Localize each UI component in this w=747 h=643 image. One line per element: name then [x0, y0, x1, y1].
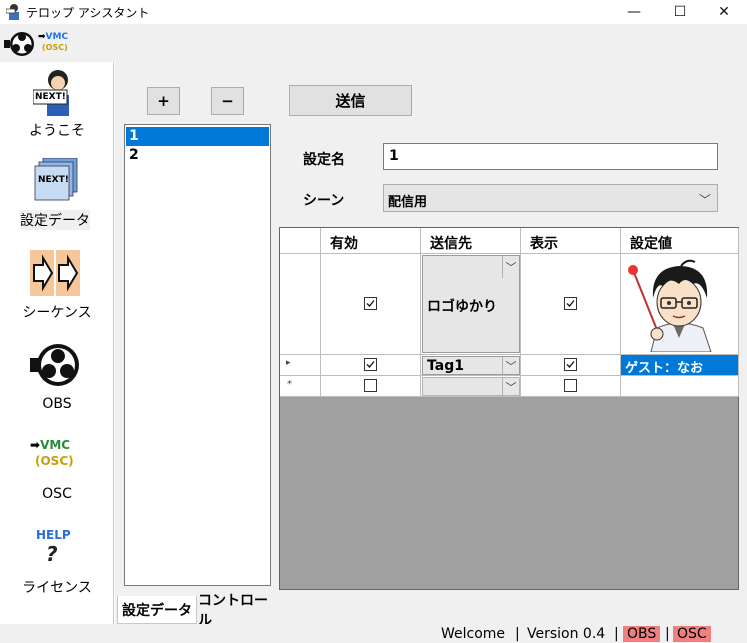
value-text: ゲスト：なお	[625, 361, 704, 376]
help-mark: ?	[46, 542, 58, 566]
title-bar: テロップ アシスタント — ☐ ✕	[0, 0, 747, 24]
sidebar-item-sequence[interactable]: シーケンス	[0, 246, 114, 336]
send-button[interactable]: 送信	[289, 85, 412, 116]
target-dropdown[interactable]: ﹀	[422, 377, 520, 396]
minimize-button[interactable]: —	[611, 0, 657, 24]
sidebar-item-osc[interactable]: ➡VMC (OSC) OSC	[0, 428, 114, 518]
visible-checkbox[interactable]	[564, 297, 577, 310]
target-dropdown[interactable]: ﹀ ロゴゆかり	[422, 255, 520, 353]
add-button[interactable]: +	[147, 87, 180, 115]
name-input[interactable]: 1	[383, 143, 718, 170]
scene-value: 配信用	[388, 195, 428, 210]
sequence-arrows-icon	[30, 250, 80, 296]
status-welcome: Welcome	[441, 626, 506, 642]
row-header[interactable]: ▸	[280, 355, 321, 376]
enabled-checkbox[interactable]	[364, 358, 377, 371]
maximize-button[interactable]: ☐	[657, 0, 703, 24]
target-dropdown[interactable]: Tag1 ﹀	[422, 356, 520, 375]
character-image	[623, 258, 735, 353]
vmc-label: VMC	[40, 438, 71, 452]
settings-list[interactable]: 1 2	[124, 124, 271, 586]
sidebar-item-settings-data[interactable]: NEXT! 設定データ	[0, 154, 114, 244]
next-badge: NEXT!	[35, 92, 66, 102]
sidebar-item-label: ライセンス	[22, 580, 92, 596]
data-grid[interactable]: 有効 送信先 表示 設定値 ﹀ ロゴゆかり ▸ Tag1 ﹀ ゲスト：なお * …	[279, 227, 739, 590]
window-title: テロップ アシスタント	[26, 6, 150, 20]
enabled-checkbox[interactable]	[364, 297, 377, 310]
value-cell[interactable]	[621, 254, 739, 355]
tab-control[interactable]: コントロール	[198, 593, 278, 629]
obs-status-badge: OBS	[623, 626, 661, 642]
target-cell[interactable]: ﹀ ロゴゆかり	[421, 254, 521, 355]
vmc-label: VMC	[45, 32, 69, 42]
visible-checkbox[interactable]	[564, 358, 577, 371]
sidebar-item-label: ようこそ	[29, 123, 85, 139]
chevron-down-icon: ﹀	[502, 357, 519, 374]
toolbar: ➡VMC (OSC)	[0, 24, 747, 62]
grid-corner	[280, 228, 321, 254]
target-value: Tag1	[427, 358, 464, 374]
next-stack-icon: NEXT!	[33, 157, 79, 204]
target-cell[interactable]: Tag1 ﹀	[421, 355, 521, 376]
new-row-marker: *	[287, 379, 292, 390]
chevron-down-icon: ﹀	[698, 193, 711, 207]
sidebar: NEXT! ようこそ NEXT! 設定データ シーケンス OBS ➡VMC (O…	[0, 62, 114, 624]
sidebar-item-welcome[interactable]: NEXT! ようこそ	[0, 64, 114, 154]
status-version: Version 0.4	[527, 626, 606, 642]
column-header-target[interactable]: 送信先	[421, 228, 521, 254]
obs-icon	[30, 340, 80, 390]
enabled-cell[interactable]	[321, 376, 421, 397]
visible-cell[interactable]	[521, 376, 621, 397]
vmc-osc-toolbar-icon[interactable]: ➡VMC (OSC)	[38, 32, 70, 56]
row-header[interactable]: *	[280, 376, 321, 397]
scene-label: シーン	[303, 193, 345, 209]
name-label: 設定名	[303, 152, 345, 168]
sidebar-item-obs[interactable]: OBS	[0, 338, 114, 428]
value-cell[interactable]: ゲスト：なお	[621, 355, 739, 376]
visible-checkbox[interactable]	[564, 379, 577, 392]
next-badge: NEXT!	[38, 175, 69, 185]
scene-select[interactable]: 配信用 ﹀	[383, 184, 718, 212]
sidebar-item-label: シーケンス	[22, 305, 92, 321]
help-badge: HELP	[36, 528, 71, 542]
app-icon	[5, 3, 22, 20]
status-separator: |	[515, 626, 520, 642]
chevron-down-icon: ﹀	[502, 378, 519, 395]
target-value: ロゴゆかり	[427, 299, 497, 315]
status-bar: Welcome | Version 0.4 | OBS | OSC	[0, 624, 747, 643]
osc-status-badge: OSC	[673, 626, 711, 642]
help-icon: HELP ?	[34, 528, 78, 568]
column-header-enabled[interactable]: 有効	[321, 228, 421, 254]
column-header-visible[interactable]: 表示	[521, 228, 621, 254]
current-row-marker: ▸	[286, 358, 291, 368]
visible-cell[interactable]	[521, 254, 621, 355]
tab-strip: 設定データ コントロール	[115, 593, 747, 629]
close-button[interactable]: ✕	[701, 0, 747, 24]
sidebar-item-license[interactable]: HELP ? ライセンス	[0, 520, 114, 610]
obs-toolbar-icon[interactable]	[4, 30, 36, 58]
visible-cell[interactable]	[521, 355, 621, 376]
chevron-down-icon: ﹀	[502, 256, 519, 278]
enabled-checkbox[interactable]	[364, 379, 377, 392]
next-person-icon: NEXT!	[32, 68, 79, 116]
vmc-osc-icon: ➡VMC (OSC)	[30, 438, 74, 468]
osc-label: (OSC)	[42, 43, 68, 52]
status-separator: |	[614, 626, 619, 642]
remove-button[interactable]: −	[211, 87, 244, 115]
target-cell[interactable]: ﹀	[421, 376, 521, 397]
sidebar-item-label: OSC	[42, 486, 72, 502]
list-item[interactable]: 2	[126, 146, 269, 165]
status-separator: |	[665, 626, 670, 642]
tab-settings-data[interactable]: 設定データ	[117, 596, 197, 624]
enabled-cell[interactable]	[321, 355, 421, 376]
list-item[interactable]: 1	[126, 127, 269, 146]
sidebar-item-label: OBS	[42, 396, 72, 412]
row-header[interactable]	[280, 254, 321, 355]
osc-label: (OSC)	[35, 454, 74, 468]
column-header-value[interactable]: 設定値	[621, 228, 739, 254]
enabled-cell[interactable]	[321, 254, 421, 355]
sidebar-item-label: 設定データ	[20, 210, 90, 230]
value-cell[interactable]	[621, 376, 739, 397]
